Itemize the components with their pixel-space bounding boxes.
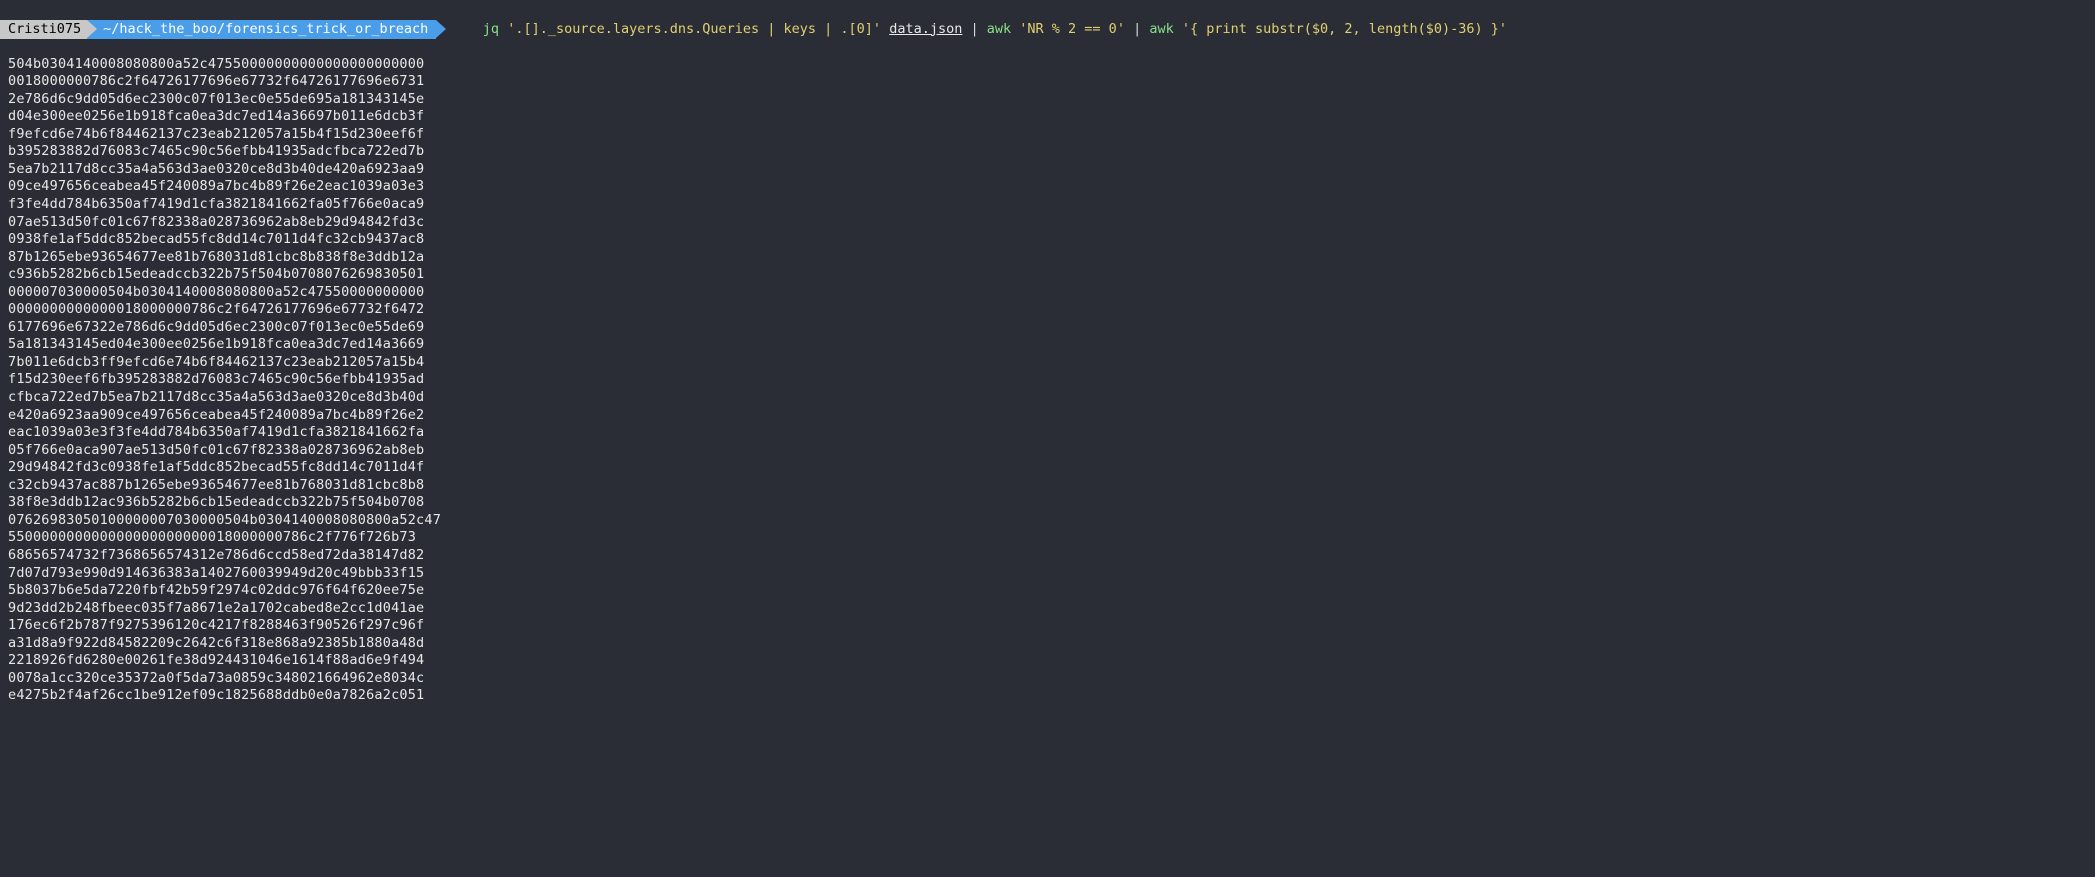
output-line: 09ce497656ceabea45f240089a7bc4b89f26e2ea… <box>8 178 2095 196</box>
awk-arg-2: '{ print substr($0, 2, length($0)-36) }' <box>1182 21 1507 37</box>
output-line: 5a181343145ed04e300ee0256e1b918fca0ea3dc… <box>8 336 2095 354</box>
output-line: f3fe4dd784b6350af7419d1cfa3821841662fa05… <box>8 196 2095 214</box>
awk-command-2: awk <box>1149 21 1173 37</box>
output-line: d04e300ee0256e1b918fca0ea3dc7ed14a36697b… <box>8 108 2095 126</box>
output-line: 0000000000000018000000786c2f64726177696e… <box>8 301 2095 319</box>
output-line: 6177696e67322e786d6c9dd05d6ec2300c07f013… <box>8 319 2095 337</box>
output-line: 550000000000000000000000018000000786c2f7… <box>8 529 2095 547</box>
output-line: f15d230eef6fb395283882d76083c7465c90c56e… <box>8 371 2095 389</box>
output-line: a31d8a9f922d84582209c2642c6f318e868a9238… <box>8 635 2095 653</box>
awk-arg-1: 'NR % 2 == 0' <box>1019 21 1125 37</box>
output-line: f9efcd6e74b6f84462137c23eab212057a15b4f1… <box>8 126 2095 144</box>
output-line: 7b011e6dcb3ff9efcd6e74b6f84462137c23eab2… <box>8 354 2095 372</box>
output-line: 68656574732f7368656574312e786d6ccd58ed72… <box>8 547 2095 565</box>
output-line: 05f766e0aca907ae513d50fc01c67f82338a0287… <box>8 442 2095 460</box>
output-line: 0078a1cc320ce35372a0f5da73a0859c34802166… <box>8 670 2095 688</box>
output-line: 2e786d6c9dd05d6ec2300c07f013ec0e55de695a… <box>8 91 2095 109</box>
output-line: 504b0304140008080800a52c4755000000000000… <box>8 56 2095 74</box>
output-line: 000007030000504b0304140008080800a52c4755… <box>8 284 2095 302</box>
output-line: 5ea7b2117d8cc35a4a563d3ae0320ce8d3b40de4… <box>8 161 2095 179</box>
output-line: 29d94842fd3c0938fe1af5ddc852becad55fc8dd… <box>8 459 2095 477</box>
output-line: 87b1265ebe93654677ee81b768031d81cbc8b838… <box>8 249 2095 267</box>
output-line: e4275b2f4af26cc1be912ef09c1825688ddb0e0a… <box>8 687 2095 705</box>
output-line: 7d07d793e990d914636383a1402760039949d20c… <box>8 565 2095 583</box>
jq-filter-arg: '.[]._source.layers.dns.Queries | keys |… <box>507 21 881 37</box>
output-line: 176ec6f2b787f9275396120c4217f8288463f905… <box>8 617 2095 635</box>
input-file: data.json <box>889 21 962 37</box>
output-line: eac1039a03e3f3fe4dd784b6350af7419d1cfa38… <box>8 424 2095 442</box>
pipe-2: | <box>1125 21 1149 37</box>
pipe-1: | <box>962 21 986 37</box>
output-line: 0018000000786c2f64726177696e67732f647261… <box>8 73 2095 91</box>
output-line: 0938fe1af5ddc852becad55fc8dd14c7011d4fc3… <box>8 231 2095 249</box>
output-line: e420a6923aa909ce497656ceabea45f240089a7b… <box>8 407 2095 425</box>
output-line: 2218926fd6280e00261fe38d924431046e1614f8… <box>8 652 2095 670</box>
output-line: 5b8037b6e5da7220fbf42b59f2974c02ddc976f6… <box>8 582 2095 600</box>
output-line: 38f8e3ddb12ac936b5282b6cb15edeadccb322b7… <box>8 494 2095 512</box>
terminal-output[interactable]: 504b0304140008080800a52c4755000000000000… <box>0 56 2095 705</box>
prompt-path: ~/hack_the_boo/forensics_trick_or_breach <box>87 20 436 40</box>
output-line: 9d23dd2b248fbeec035f7a8671e2a1702cabed8e… <box>8 600 2095 618</box>
awk-command-1: awk <box>987 21 1011 37</box>
output-line: c32cb9437ac887b1265ebe93654677ee81b76803… <box>8 477 2095 495</box>
output-line: 07626983050100000007030000504b0304140008… <box>8 512 2095 530</box>
prompt-user: Cristi075 <box>0 20 87 40</box>
output-line: 07ae513d50fc01c67f82338a028736962ab8eb29… <box>8 214 2095 232</box>
prompt-line[interactable]: Cristi075 ~/hack_the_boo/forensics_trick… <box>0 0 2095 56</box>
output-line: c936b5282b6cb15edeadccb322b75f504b070807… <box>8 266 2095 284</box>
command-text[interactable]: jq '.[]._source.layers.dns.Queries | key… <box>436 3 1507 56</box>
output-line: cfbca722ed7b5ea7b2117d8cc35a4a563d3ae032… <box>8 389 2095 407</box>
jq-command: jq <box>483 21 499 37</box>
output-line: b395283882d76083c7465c90c56efbb41935adcf… <box>8 143 2095 161</box>
